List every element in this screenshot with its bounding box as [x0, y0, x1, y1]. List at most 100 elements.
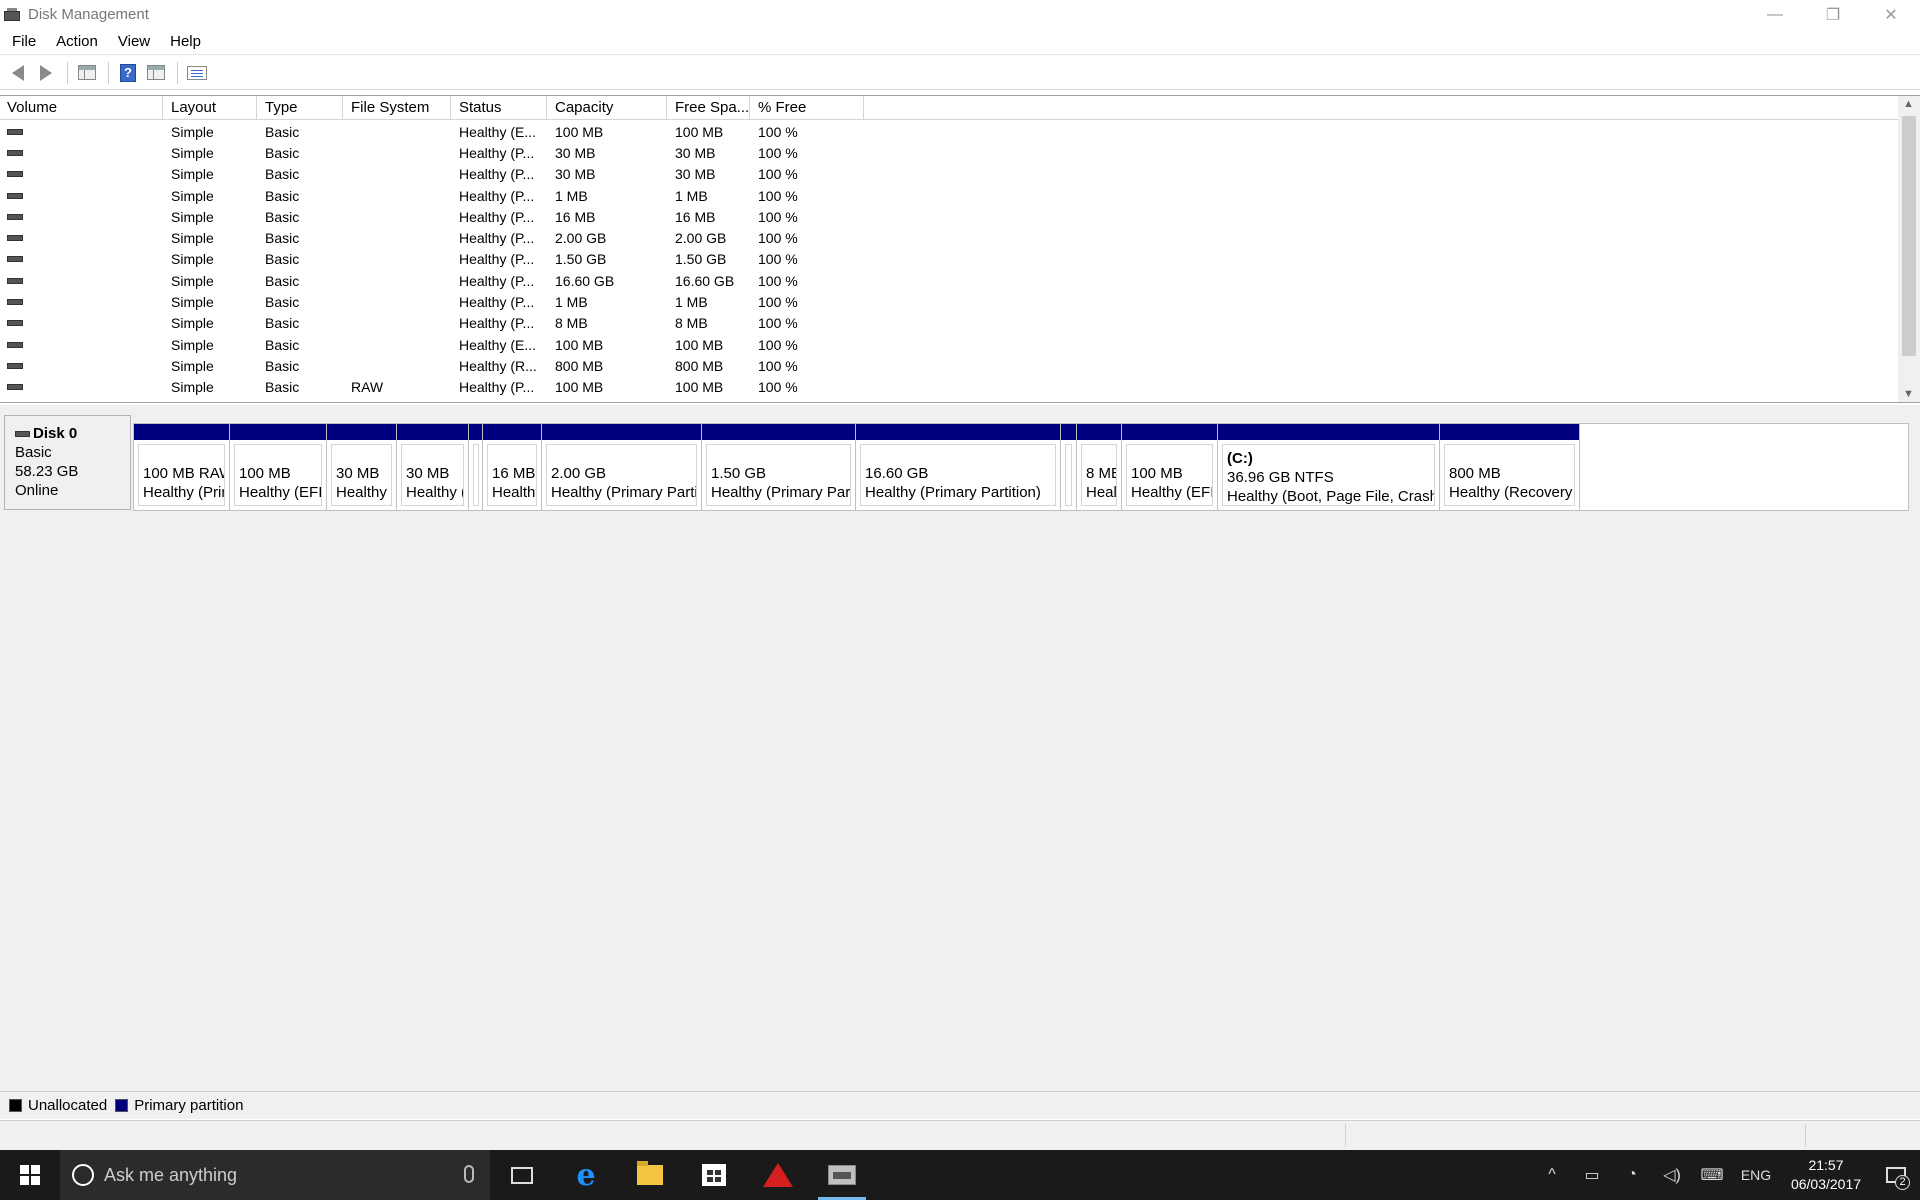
- legend-swatch: [9, 1099, 22, 1112]
- action-center-button[interactable]: 2: [1872, 1150, 1920, 1200]
- column-status[interactable]: Status: [451, 96, 547, 119]
- console-tree-icon: [78, 65, 96, 80]
- column-type[interactable]: Type: [257, 96, 343, 119]
- partition-block[interactable]: (C:) 36.96 GB NTFS Healthy (Boot, Page Fil…: [1218, 424, 1440, 510]
- show-hidden-icons-button[interactable]: ^: [1532, 1150, 1572, 1200]
- menu-action[interactable]: Action: [46, 29, 108, 55]
- free-space-cell: 2.00 GB: [675, 230, 727, 247]
- column-percent-free[interactable]: % Free: [750, 96, 864, 119]
- partition-block[interactable]: 16.60 GB Healthy (Primary Partition): [856, 424, 1061, 510]
- column-file-system[interactable]: File System: [343, 96, 451, 119]
- partition-block[interactable]: 8 MB Healt: [1077, 424, 1122, 510]
- column-capacity[interactable]: Capacity: [547, 96, 667, 119]
- task-view-button[interactable]: [490, 1150, 554, 1200]
- partition-block[interactable]: 16 MB Healthy: [483, 424, 542, 510]
- minimize-button[interactable]: —: [1746, 0, 1804, 29]
- layout-cell: Simple: [171, 166, 214, 183]
- table-row[interactable]: Simple Basic Healthy (P... 1 MB 1 MB 100 %: [0, 185, 1898, 206]
- partition-type-bar: [1122, 424, 1217, 440]
- scroll-up-icon[interactable]: ▲: [1903, 98, 1914, 110]
- clock-date: 06/03/2017: [1790, 1176, 1862, 1192]
- scroll-down-icon[interactable]: ▼: [1903, 388, 1914, 400]
- table-row[interactable]: Simple Basic Healthy (P... 8 MB 8 MB 100 %: [0, 313, 1898, 334]
- show-hide-pane-button[interactable]: [143, 60, 169, 86]
- legend: Unallocated Primary partition: [0, 1091, 1920, 1119]
- volume-list-scrollbar[interactable]: ▲ ▼: [1898, 96, 1920, 402]
- partition-block[interactable]: 100 MB Healthy (EFI Sy: [230, 424, 327, 510]
- partition-block[interactable]: 30 MB Healthy (P: [397, 424, 469, 510]
- volume-icon[interactable]: ◁): [1652, 1150, 1692, 1200]
- table-row[interactable]: Simple Basic Healthy (P... 30 MB 30 MB 100 %: [0, 164, 1898, 185]
- table-row[interactable]: Simple Basic Healthy (R... 800 MB 800 MB 100 …: [0, 355, 1898, 376]
- column-volume[interactable]: Volume: [0, 96, 163, 119]
- red-triangle-app-icon: [763, 1163, 793, 1187]
- partition-block[interactable]: 1.50 GB Healthy (Primary Partition: [702, 424, 856, 510]
- layout-cell: Simple: [171, 208, 214, 225]
- type-cell: Basic: [265, 187, 300, 204]
- help-button[interactable]: ?: [115, 60, 141, 86]
- table-row[interactable]: Simple Basic Healthy (P... 2.00 GB 2.00 GB 10…: [0, 227, 1898, 248]
- back-button[interactable]: [5, 60, 31, 86]
- partition-block[interactable]: 100 MB Healthy (EFI Sy: [1122, 424, 1218, 510]
- partition-size: 100 MB RAW: [143, 465, 225, 482]
- table-row[interactable]: Simple Basic Healthy (P... 16 MB 16 MB 100 %: [0, 206, 1898, 227]
- type-cell: Basic: [265, 357, 300, 374]
- layout-cell: Simple: [171, 294, 214, 311]
- type-cell: Basic: [265, 315, 300, 332]
- capacity-cell: 1 MB: [555, 187, 588, 204]
- partition-block[interactable]: [1061, 424, 1077, 510]
- file-explorer-button[interactable]: [618, 1150, 682, 1200]
- edge-icon: e: [576, 1157, 596, 1193]
- partition-status: Healthy (EFI Sy: [239, 484, 322, 501]
- partition-block[interactable]: [469, 424, 483, 510]
- free-space-cell: 100 MB: [675, 123, 724, 140]
- column-free-space[interactable]: Free Spa...: [667, 96, 750, 119]
- menu-view[interactable]: View: [108, 29, 160, 55]
- partition-block[interactable]: 800 MB Healthy (Recovery Partit: [1440, 424, 1580, 510]
- scrollbar-thumb[interactable]: [1902, 116, 1916, 356]
- input-language[interactable]: ENG: [1732, 1167, 1780, 1183]
- keyboard-icon[interactable]: ⌨: [1692, 1150, 1732, 1200]
- partition-type-bar: [327, 424, 396, 440]
- partition-block[interactable]: 2.00 GB Healthy (Primary Partition): [542, 424, 702, 510]
- table-row[interactable]: Simple Basic Healthy (E... 100 MB 100 MB 100 …: [0, 334, 1898, 355]
- table-row[interactable]: Simple Basic Healthy (P... 16.60 GB 16.60 GB…: [0, 270, 1898, 291]
- volume-drive-icon: [7, 320, 23, 327]
- status-cell: Healthy (P...: [459, 144, 535, 161]
- wifi-icon[interactable]: ◔: [1612, 1150, 1652, 1200]
- store-button[interactable]: [682, 1150, 746, 1200]
- microphone-icon[interactable]: [464, 1165, 474, 1183]
- percent-free-cell: 100 %: [758, 294, 798, 311]
- clock[interactable]: 21:57 06/03/2017: [1780, 1156, 1872, 1194]
- disk-management-taskbar-button[interactable]: [810, 1150, 874, 1200]
- properties-button[interactable]: [184, 60, 210, 86]
- column-layout[interactable]: Layout: [163, 96, 257, 119]
- red-triangle-app-button[interactable]: [746, 1150, 810, 1200]
- partition-block[interactable]: 30 MB Healthy (P: [327, 424, 397, 510]
- windows-logo-icon: [20, 1165, 40, 1185]
- cortana-search-box[interactable]: Ask me anything: [60, 1150, 490, 1200]
- disk-0-label[interactable]: Disk 0 Basic 58.23 GB Online: [4, 415, 131, 510]
- disk-name: Disk 0: [33, 425, 78, 442]
- table-row[interactable]: Simple Basic Healthy (E... 100 MB 100 MB 100 …: [0, 121, 1898, 142]
- menu-help[interactable]: Help: [160, 29, 211, 55]
- partition-block[interactable]: 100 MB RAW Healthy (Prima: [134, 424, 230, 510]
- start-button[interactable]: [0, 1150, 60, 1200]
- table-row[interactable]: Simple Basic RAW Healthy (P... 100 MB 100 MB 1…: [0, 377, 1898, 398]
- volume-drive-icon: [7, 299, 23, 306]
- console-tree-button[interactable]: [74, 60, 100, 86]
- table-row[interactable]: Simple Basic Healthy (P... 30 MB 30 MB 100 %: [0, 142, 1898, 163]
- percent-free-cell: 100 %: [758, 315, 798, 332]
- volume-drive-icon: [7, 149, 23, 156]
- edge-button[interactable]: e: [554, 1150, 618, 1200]
- volume-cell: [0, 384, 163, 391]
- table-row[interactable]: Simple Basic Healthy (P... 1.50 GB 1.50 GB 10…: [0, 249, 1898, 270]
- menu-file[interactable]: File: [0, 29, 46, 55]
- close-button[interactable]: ✕: [1862, 0, 1920, 29]
- layout-cell: Simple: [171, 336, 214, 353]
- restore-button[interactable]: ❐: [1804, 0, 1862, 29]
- table-row[interactable]: Simple Basic Healthy (P... 1 MB 1 MB 100 %: [0, 291, 1898, 312]
- forward-button[interactable]: [33, 60, 59, 86]
- type-cell: Basic: [265, 144, 300, 161]
- battery-icon[interactable]: ▭: [1572, 1150, 1612, 1200]
